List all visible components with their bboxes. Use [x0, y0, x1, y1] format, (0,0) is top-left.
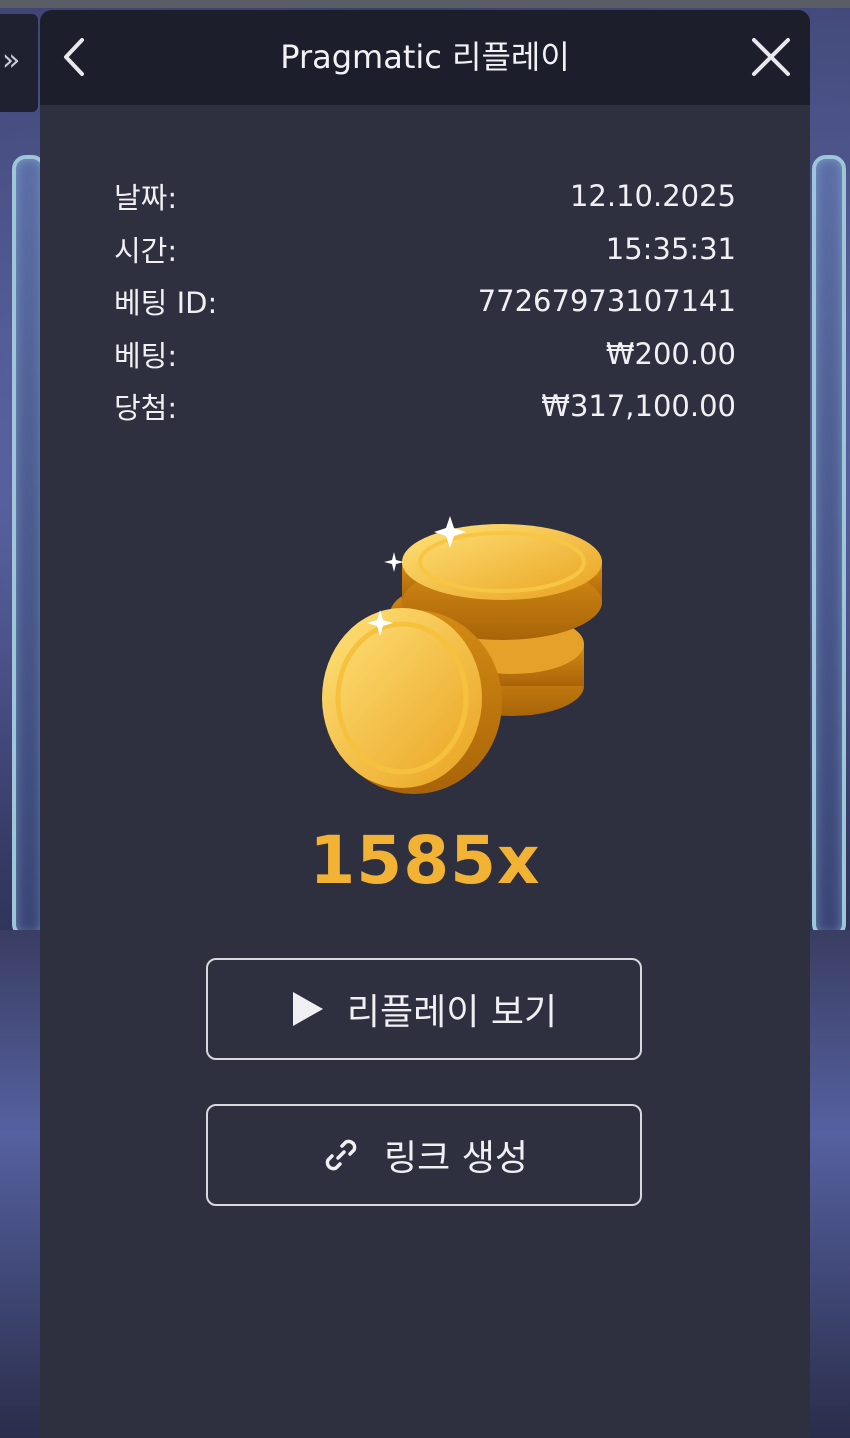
info-row-win: 당첨: ₩317,100.00	[114, 380, 736, 433]
close-button[interactable]	[746, 30, 796, 84]
info-row-bet-id: 베팅 ID: 77267973107141	[114, 275, 736, 328]
time-value: 15:35:31	[605, 231, 736, 266]
bet-label: 베팅:	[114, 338, 178, 373]
background-pillar-right	[812, 155, 846, 938]
link-icon	[325, 1139, 357, 1171]
gold-coins-icon	[322, 516, 602, 794]
info-row-date: 날짜: 12.10.2025	[114, 170, 736, 223]
info-row-bet: 베팅: ₩200.00	[114, 328, 736, 381]
modal-title: Pragmatic 리플레이	[280, 38, 570, 76]
bet-id-value: 77267973107141	[477, 284, 736, 319]
top-strip	[0, 0, 850, 8]
date-label: 날짜:	[114, 181, 178, 216]
bet-id-label: 베팅 ID:	[114, 286, 218, 321]
win-value: ₩317,100.00	[541, 389, 736, 424]
bet-value: ₩200.00	[605, 336, 736, 371]
create-link-label: 링크 생성	[384, 1138, 528, 1179]
play-icon	[292, 992, 323, 1026]
win-multiplier: 1585x	[309, 822, 541, 899]
modal-header: Pragmatic 리플레이	[40, 10, 810, 105]
close-icon	[752, 38, 790, 76]
info-row-time: 시간: 15:35:31	[114, 223, 736, 276]
expand-panel-button[interactable]: »	[0, 14, 38, 112]
date-value: 12.10.2025	[569, 179, 736, 214]
time-label: 시간:	[114, 233, 178, 268]
win-label: 당첨:	[114, 391, 178, 426]
view-replay-button[interactable]: 리플레이 보기	[206, 958, 642, 1060]
view-replay-label: 리플레이 보기	[346, 992, 558, 1033]
replay-modal: Pragmatic 리플레이 날짜: 12.10.2025 시간: 15:35:…	[40, 10, 810, 1438]
bet-info-list: 날짜: 12.10.2025 시간: 15:35:31 베팅 ID: 77267…	[114, 170, 736, 433]
create-link-button[interactable]: 링크 생성	[206, 1104, 642, 1206]
